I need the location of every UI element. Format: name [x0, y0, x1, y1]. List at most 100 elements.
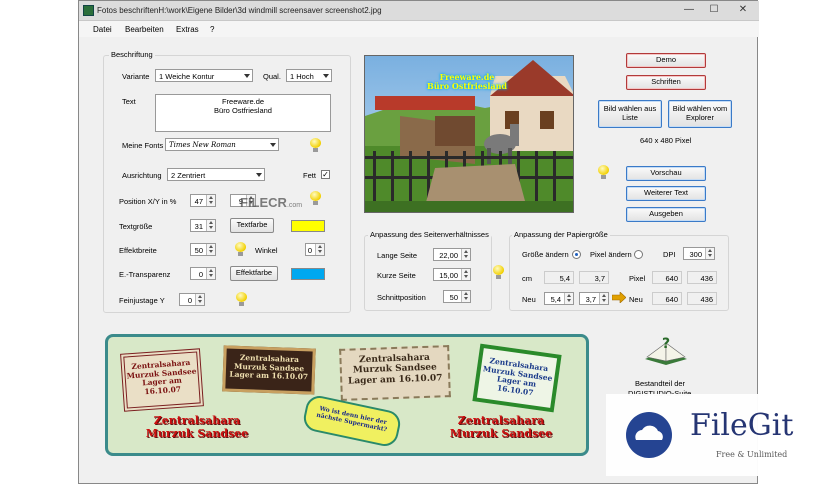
pixel-aendern-radio[interactable]	[634, 250, 643, 259]
variante-select[interactable]: 1 Weiche Kontur	[155, 69, 253, 82]
pos-x-value: 47	[194, 197, 203, 206]
menu-bearbeiten[interactable]: Bearbeiten	[125, 25, 164, 34]
lange-seite-stepper[interactable]: 22,00	[433, 248, 471, 261]
textfarbe-swatch[interactable]	[291, 220, 325, 232]
arrow-right-icon	[612, 292, 626, 303]
text-label: Text	[122, 97, 136, 106]
ausrichtung-label: Ausrichtung	[122, 171, 162, 180]
dpi-label: DPI	[663, 250, 676, 259]
schriften-button[interactable]: Schriften	[626, 75, 706, 90]
ausgeben-button[interactable]: Ausgeben	[626, 207, 706, 222]
transparenz-value: 0	[198, 270, 203, 279]
maximize-button[interactable]: ☐	[704, 3, 724, 17]
lightbulb-icon[interactable]	[310, 191, 321, 205]
variante-label: Variante	[122, 72, 150, 81]
font-select[interactable]: Times New Roman	[165, 138, 279, 151]
menu-extras[interactable]: Extras	[176, 25, 199, 34]
cm-label: cm	[522, 274, 532, 283]
demo-label: Demo	[655, 55, 676, 65]
transparenz-stepper[interactable]: 0	[190, 267, 216, 280]
close-button[interactable]: ✕	[731, 3, 755, 17]
groesse-aendern-radio[interactable]	[572, 250, 581, 259]
sample-card-4: Zentralsahara Murzuk Sandsee Lager am 16…	[472, 343, 562, 413]
text-line-2: Büro Ostfriesland	[214, 106, 272, 116]
pixel-width: 640	[652, 271, 682, 284]
schnittposition-stepper[interactable]: 50	[443, 290, 471, 303]
effektfarbe-button[interactable]: Effektfarbe	[230, 266, 278, 281]
neu-label: Neu	[522, 295, 536, 304]
variante-value: 1 Weiche Kontur	[159, 72, 215, 81]
pixel-aendern-label: Pixel ändern	[590, 250, 632, 259]
spin-arrows-icon[interactable]	[206, 220, 215, 231]
ausrichtung-select[interactable]: 2 Zentriert	[167, 168, 265, 181]
qual-select[interactable]: 1 Hoch	[286, 69, 332, 82]
lightbulb-icon[interactable]	[598, 165, 609, 179]
minimize-button[interactable]: —	[679, 3, 699, 17]
vorschau-label: Vorschau	[650, 168, 682, 178]
kurze-seite-stepper[interactable]: 15,00	[433, 268, 471, 281]
red-text-left: Zentralsahara Murzuk Sandsee	[122, 414, 272, 440]
book-help-icon[interactable]: ?	[641, 333, 691, 367]
beschriftung-label: Beschriftung	[109, 50, 155, 59]
pos-x-stepper[interactable]: 47	[190, 194, 216, 207]
winkel-label: Winkel	[255, 246, 278, 255]
textfarbe-button[interactable]: Textfarbe	[230, 218, 274, 233]
neu-height-stepper[interactable]: 3,7	[579, 292, 609, 305]
spin-arrows-icon[interactable]	[461, 269, 470, 280]
menu-help[interactable]: ?	[210, 25, 214, 34]
spin-arrows-icon[interactable]	[599, 293, 608, 304]
lightbulb-icon[interactable]	[236, 292, 247, 306]
lightbulb-icon[interactable]	[493, 265, 504, 279]
winkel-stepper[interactable]: 0	[305, 243, 325, 256]
spin-arrows-icon[interactable]	[206, 244, 215, 255]
effektfarbe-label: Effektfarbe	[235, 268, 273, 278]
spin-arrows-icon[interactable]	[461, 249, 470, 260]
schriften-label: Schriften	[651, 77, 681, 87]
vorschau-button[interactable]: Vorschau	[626, 166, 706, 181]
textgroesse-stepper[interactable]: 31	[190, 219, 216, 232]
demo-button[interactable]: Demo	[626, 53, 706, 68]
sample-banner-image: Zentralsahara Murzuk Sandsee Lager am 16…	[105, 334, 589, 456]
red-text-left-line2: Murzuk Sandsee	[145, 426, 249, 440]
spin-arrows-icon[interactable]	[461, 291, 470, 302]
filegit-title: FileGit	[690, 408, 794, 443]
bild-liste-button[interactable]: Bild wählen aus Liste	[598, 100, 662, 128]
spin-arrows-icon[interactable]	[195, 294, 204, 305]
bild-explorer-button[interactable]: Bild wählen vom Explorer	[668, 100, 732, 128]
filegit-logo-icon	[626, 412, 672, 458]
text-textarea[interactable]: Freeware.de Büro Ostfriesland	[155, 94, 331, 132]
kurze-seite-label: Kurze Seite	[377, 271, 416, 280]
red-text-right-line1: Zentralsahara	[457, 414, 545, 427]
textgroesse-label: Textgröße	[119, 222, 153, 231]
feinjustage-stepper[interactable]: 0	[179, 293, 205, 306]
menu-datei[interactable]: Datei	[93, 25, 112, 34]
spin-arrows-icon[interactable]	[206, 268, 215, 279]
ausgeben-label: Ausgeben	[649, 209, 683, 219]
chevron-down-icon	[244, 74, 250, 78]
effektfarbe-swatch[interactable]	[291, 268, 325, 280]
chevron-down-icon	[256, 173, 262, 177]
neu-width-stepper[interactable]: 5,4	[544, 292, 574, 305]
effektbreite-stepper[interactable]: 50	[190, 243, 216, 256]
fonts-label: Meine Fonts	[122, 141, 164, 150]
title-bar[interactable]: Fotos beschriftenH:\work\Eigene Bilder\3…	[79, 1, 759, 21]
kurze-seite-value: 15,00	[439, 271, 458, 280]
dpi-stepper[interactable]: 300	[683, 247, 715, 260]
spin-arrows-icon[interactable]	[206, 195, 215, 206]
ausrichtung-value: 2 Zentriert	[171, 171, 206, 180]
cm-height: 3,7	[579, 271, 609, 284]
weiterer-text-button[interactable]: Weiterer Text	[626, 186, 706, 201]
lightbulb-icon[interactable]	[235, 242, 246, 256]
lightbulb-icon[interactable]	[310, 138, 321, 152]
spin-arrows-icon[interactable]	[564, 293, 573, 304]
spin-arrows-icon[interactable]	[315, 244, 324, 255]
effektbreite-value: 50	[194, 246, 203, 255]
position-label: Position X/Y in %	[119, 197, 177, 206]
papiergroesse-label: Anpassung der Papiergröße	[512, 230, 610, 239]
image-preview: Freeware.de Büro Ostfriesland	[364, 55, 574, 213]
fett-checkbox[interactable]: ✓	[321, 170, 330, 179]
preview-sign-line-2: Büro Ostfriesland	[426, 81, 507, 92]
filegit-subtitle: Free & Unlimited	[716, 450, 788, 459]
bestandteil-line1: Bestandteil der	[635, 379, 686, 388]
spin-arrows-icon[interactable]	[705, 248, 714, 259]
